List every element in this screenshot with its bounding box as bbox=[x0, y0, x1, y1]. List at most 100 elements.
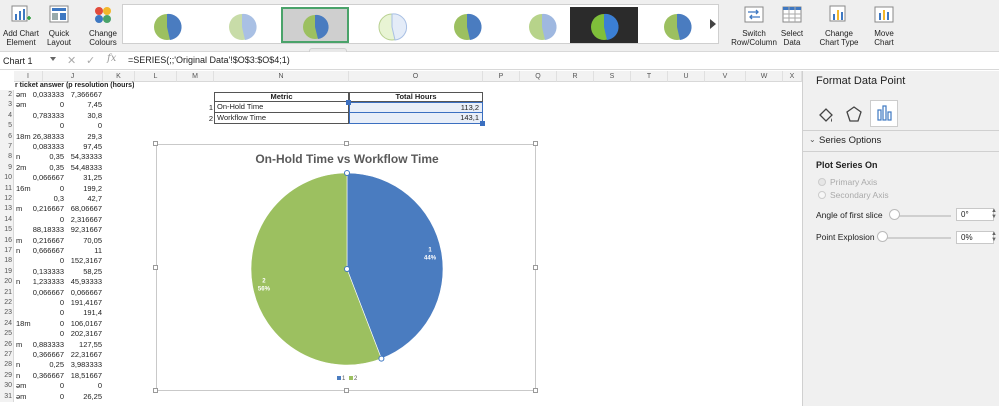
row-header[interactable]: 24 bbox=[0, 318, 14, 330]
legend-swatch[interactable] bbox=[349, 376, 353, 380]
series-options-section[interactable]: Series Options bbox=[819, 135, 881, 146]
row-header[interactable]: 18 bbox=[0, 256, 14, 267]
cell-i[interactable]: 0 bbox=[30, 319, 64, 329]
row-header[interactable]: 9 bbox=[0, 162, 14, 174]
row-header[interactable]: 12 bbox=[0, 194, 14, 205]
explosion-input[interactable]: 0% bbox=[956, 231, 994, 244]
row-header[interactable]: 25 bbox=[0, 329, 14, 340]
formula-input[interactable]: =SERIES(;;'Original Data'!$O$3:$O$4;1) bbox=[128, 55, 290, 65]
angle-stepper-icon[interactable]: ▲ ▼ bbox=[991, 208, 997, 220]
column-header[interactable]: T bbox=[631, 71, 668, 82]
cell-i[interactable]: 0 bbox=[30, 100, 64, 110]
chart-style-7[interactable] bbox=[570, 7, 638, 43]
cell-j[interactable]: 70,05 bbox=[64, 236, 102, 246]
cell-j[interactable]: 31,25 bbox=[64, 173, 102, 183]
row-header[interactable]: 5 bbox=[0, 121, 14, 132]
chart-style-8[interactable] bbox=[643, 7, 711, 43]
chart-resize-handle[interactable] bbox=[153, 141, 158, 146]
hours-cell[interactable]: 113,2 bbox=[349, 102, 483, 113]
primary-axis-radio[interactable] bbox=[818, 178, 826, 186]
cell-i[interactable]: 1,233333 bbox=[30, 277, 64, 287]
cell-i[interactable]: 0,083333 bbox=[30, 142, 64, 152]
column-header[interactable]: P bbox=[483, 71, 520, 82]
cell-j[interactable]: 92,31667 bbox=[64, 225, 102, 235]
metric-cell[interactable]: Workflow Time bbox=[214, 113, 349, 124]
legend-label[interactable]: 2 bbox=[354, 376, 358, 382]
cell-i[interactable]: 0,883333 bbox=[30, 340, 64, 350]
cell-j[interactable]: 191,4 bbox=[64, 308, 102, 318]
cell-i[interactable]: 0,25 bbox=[30, 360, 64, 370]
chart-style-4[interactable] bbox=[358, 7, 426, 43]
row-header[interactable]: 2 bbox=[0, 90, 14, 101]
chart-style-5[interactable] bbox=[433, 7, 501, 43]
cell-i[interactable]: 0,366667 bbox=[30, 371, 64, 381]
row-header[interactable]: 27 bbox=[0, 350, 14, 361]
row-header[interactable]: 23 bbox=[0, 308, 14, 319]
cancel-icon[interactable]: ✕ bbox=[67, 54, 76, 67]
column-header[interactable]: M bbox=[177, 71, 214, 82]
quick-layout-button[interactable]: Quick Layout bbox=[44, 4, 74, 47]
cell-j[interactable]: 0,066667 bbox=[64, 288, 102, 298]
row-header[interactable]: 3 bbox=[0, 100, 14, 111]
cell-j[interactable]: 54,48333 bbox=[64, 163, 102, 173]
row-header[interactable]: 29 bbox=[0, 370, 14, 382]
change-colours-button[interactable]: Change Colours bbox=[86, 4, 120, 47]
chart-resize-handle[interactable] bbox=[533, 265, 538, 270]
explosion-slider-knob[interactable] bbox=[877, 231, 888, 242]
cell-j[interactable]: 97,45 bbox=[64, 142, 102, 152]
row-header[interactable]: 22 bbox=[0, 298, 14, 309]
cell-j[interactable]: 30,8 bbox=[64, 111, 102, 121]
metric-header[interactable]: Metric bbox=[214, 92, 349, 102]
chart-resize-handle[interactable] bbox=[344, 388, 349, 393]
column-header[interactable]: W bbox=[746, 71, 783, 82]
cell-i[interactable]: 0 bbox=[30, 329, 64, 339]
explosion-slider-track[interactable] bbox=[883, 237, 951, 239]
name-box-dropdown-icon[interactable] bbox=[50, 57, 56, 61]
cell-i[interactable]: 0,3 bbox=[30, 194, 64, 204]
collapse-chevron-icon[interactable]: ⌄ bbox=[809, 135, 816, 144]
column-header[interactable]: Q bbox=[520, 71, 557, 82]
explosion-stepper-icon[interactable]: ▲ ▼ bbox=[991, 231, 997, 243]
cell-j[interactable]: 106,0167 bbox=[64, 319, 102, 329]
cell-i[interactable]: 0,35 bbox=[30, 163, 64, 173]
column-header[interactable]: N bbox=[214, 71, 349, 82]
cell-j[interactable]: 191,4167 bbox=[64, 298, 102, 308]
chart-styles-gallery[interactable] bbox=[122, 4, 719, 44]
legend-swatch[interactable] bbox=[337, 376, 341, 380]
cell-i[interactable]: 0,35 bbox=[30, 152, 64, 162]
cell-i[interactable]: 0 bbox=[30, 392, 64, 402]
cell-i[interactable]: 0,033333 bbox=[30, 90, 64, 100]
column-header[interactable]: L bbox=[135, 71, 177, 82]
range-handle[interactable] bbox=[346, 100, 351, 105]
column-header[interactable]: V bbox=[705, 71, 746, 82]
series-options-tab[interactable] bbox=[870, 100, 898, 127]
cell-j[interactable]: 199,2 bbox=[64, 184, 102, 194]
slice-selection-point[interactable] bbox=[378, 355, 385, 362]
cell-i[interactable]: 0 bbox=[30, 256, 64, 266]
column-header[interactable]: U bbox=[668, 71, 705, 82]
cell-i[interactable]: 0,783333 bbox=[30, 111, 64, 121]
cell-j[interactable]: 29,3 bbox=[64, 132, 102, 142]
metric-cell[interactable]: On-Hold Time bbox=[214, 102, 349, 113]
cell-j[interactable]: 7,366667 bbox=[64, 90, 102, 100]
row-header[interactable]: 30 bbox=[0, 381, 14, 392]
chart-resize-handle[interactable] bbox=[533, 388, 538, 393]
cell-j[interactable]: 26,25 bbox=[64, 392, 102, 402]
cell-i[interactable]: 0 bbox=[30, 184, 64, 194]
row-header[interactable]: 26 bbox=[0, 339, 14, 350]
function-icon[interactable]: fx bbox=[107, 53, 116, 64]
row-header[interactable]: 14 bbox=[0, 214, 14, 226]
cell-j[interactable]: 202,3167 bbox=[64, 329, 102, 339]
data-label-percent[interactable]: 56% bbox=[258, 286, 271, 292]
cell-j[interactable]: 58,25 bbox=[64, 267, 102, 277]
cell-j[interactable]: 2,316667 bbox=[64, 215, 102, 225]
cell-i[interactable]: 0 bbox=[30, 121, 64, 131]
cell-j[interactable]: 152,3167 bbox=[64, 256, 102, 266]
cell-i[interactable]: 26,38333 bbox=[30, 132, 64, 142]
cell-i[interactable]: 0,066667 bbox=[30, 288, 64, 298]
add-chart-element-button[interactable]: Add Chart Element bbox=[2, 4, 40, 47]
column-header[interactable]: S bbox=[594, 71, 631, 82]
cell-i[interactable]: 0,066667 bbox=[30, 173, 64, 183]
column-header[interactable]: O bbox=[349, 71, 483, 82]
column-header[interactable]: X bbox=[783, 71, 802, 82]
